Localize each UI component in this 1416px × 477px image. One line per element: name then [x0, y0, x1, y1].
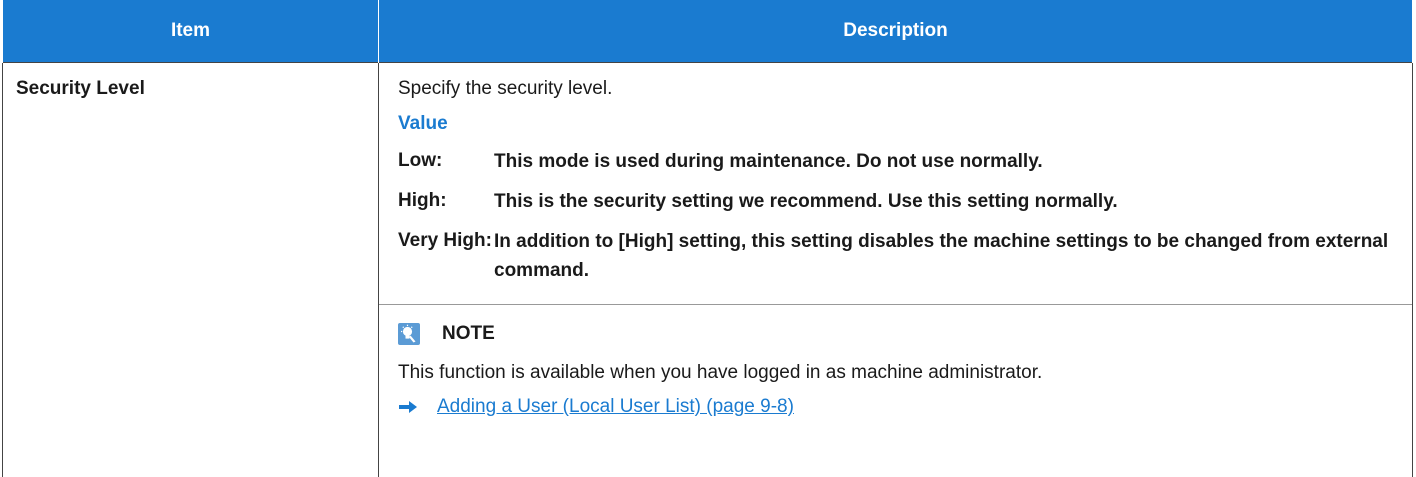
adding-user-link[interactable]: Adding a User (Local User List) (page 9-… — [437, 396, 794, 418]
table-header-row: Item Description — [2, 0, 1413, 63]
value-row-low: Low: This mode is used during maintenanc… — [398, 150, 1392, 176]
value-label: Low: — [398, 150, 443, 171]
value-row-very-high: Very High: In addition to [High] setting… — [398, 230, 1392, 285]
value-row-high: High: This is the security setting we re… — [398, 190, 1392, 216]
note-lightbulb-icon — [398, 323, 420, 345]
arrow-right-icon — [398, 399, 418, 415]
description-cell: Specify the security level. Value Low: T… — [378, 62, 1413, 477]
table-row: Security Level Specify the security leve… — [2, 62, 1413, 477]
note-heading: NOTE — [398, 323, 1392, 345]
value-label: High: — [398, 190, 447, 211]
note-label: NOTE — [442, 323, 495, 344]
value-description: In addition to [High] setting, this sett… — [494, 231, 1389, 281]
value-heading: Value — [398, 113, 448, 134]
value-description: This mode is used during maintenance. Do… — [494, 151, 1043, 172]
item-name: Security Level — [2, 62, 379, 477]
settings-table: Item Description Security Level Specify … — [2, 0, 1413, 477]
value-description: This is the security setting we recommen… — [494, 191, 1118, 212]
item-column-header: Item — [2, 0, 379, 63]
note-text: This function is available when you have… — [398, 362, 1043, 383]
note-divider — [379, 304, 1412, 305]
value-label: Very High: — [398, 230, 492, 251]
reference-link-row: Adding a User (Local User List) (page 9-… — [398, 396, 1392, 418]
description-column-header: Description — [378, 0, 1413, 63]
description-intro: Specify the security level. — [398, 78, 613, 99]
